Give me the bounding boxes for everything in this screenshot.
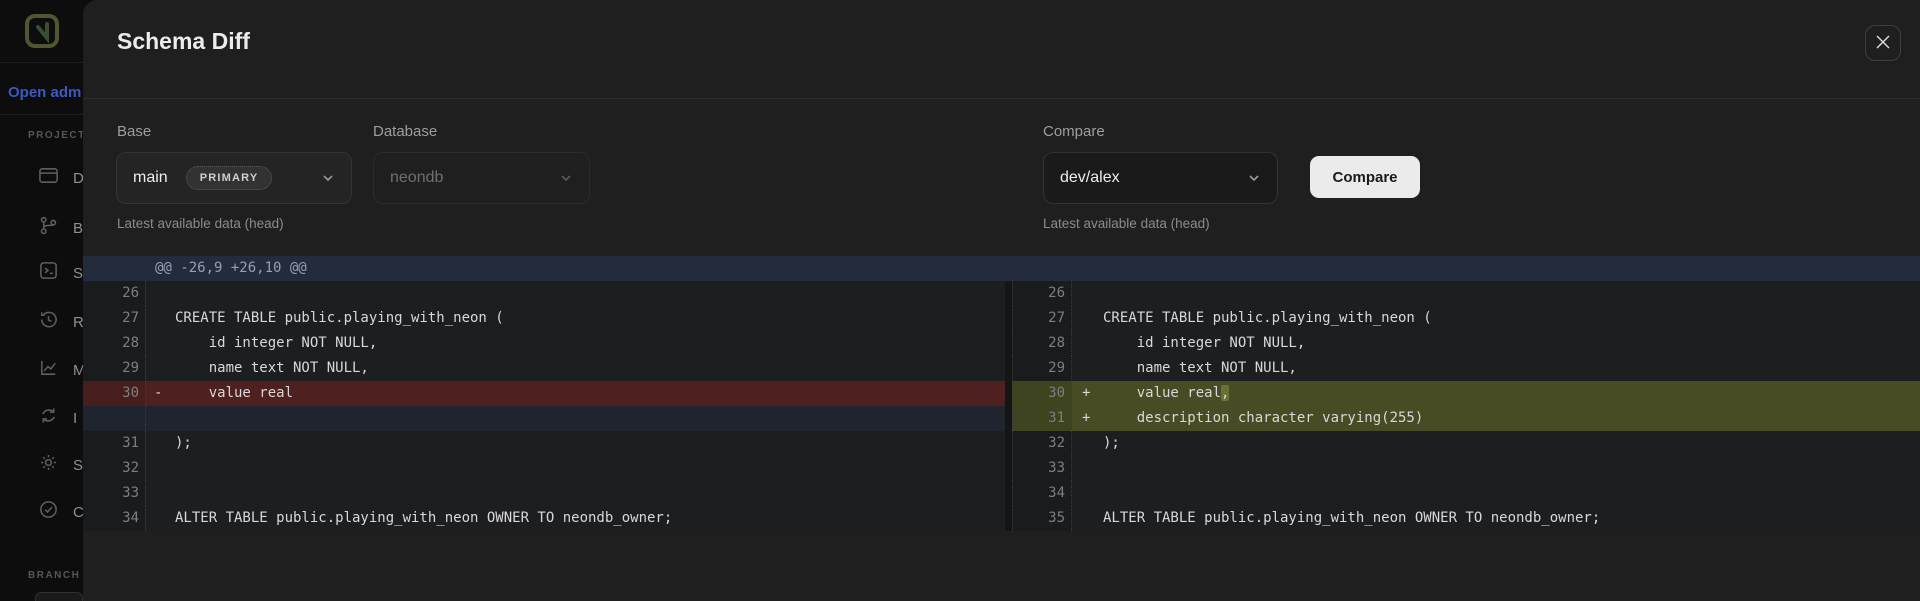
diff-row-removed: 30- value real: [83, 381, 1005, 406]
base-branch-select[interactable]: main PRIMARY: [116, 152, 352, 204]
integrations-icon: [38, 405, 59, 431]
sidebar-item-monitoring[interactable]: M: [38, 358, 83, 382]
dashboard-icon: [38, 165, 59, 191]
sidebar-item-checklist[interactable]: C: [38, 500, 83, 524]
pane-divider: [1005, 281, 1012, 531]
diff-row: 26: [1012, 281, 1920, 306]
diff-row: 28 id integer NOT NULL,: [1012, 331, 1920, 356]
compare-caption: Latest available data (head): [1043, 216, 1210, 231]
close-icon: [1875, 34, 1891, 53]
diff-row: 26: [83, 281, 1005, 306]
sidebar-item-branches[interactable]: B: [38, 216, 83, 240]
diff-row: 29 name text NOT NULL,: [83, 356, 1005, 381]
base-branch-value: main: [133, 169, 168, 187]
diff-row: 35ALTER TABLE public.playing_with_neon O…: [1012, 506, 1920, 531]
diff-row: 33: [1012, 456, 1920, 481]
diff-row: 27CREATE TABLE public.playing_with_neon …: [1012, 306, 1920, 331]
diff-row: 34ALTER TABLE public.playing_with_neon O…: [83, 506, 1005, 531]
sidebar-item-label: B: [73, 220, 83, 237]
sidebar-item-label: R: [73, 314, 83, 331]
open-admin-link[interactable]: Open adm: [8, 84, 83, 101]
compare-branch-select[interactable]: dev/alex: [1043, 152, 1278, 204]
sidebar-divider: [0, 114, 83, 115]
modal-title: Schema Diff: [117, 28, 250, 55]
close-button[interactable]: [1865, 25, 1901, 61]
branches-icon: [38, 215, 59, 241]
diff-pane-compare: 26 27CREATE TABLE public.playing_with_ne…: [1012, 281, 1920, 531]
compare-label: Compare: [1043, 123, 1105, 140]
sidebar-divider: [0, 62, 83, 63]
sql-editor-icon: [38, 260, 59, 286]
sidebar-item-label: S: [73, 457, 83, 474]
base-caption: Latest available data (head): [117, 216, 284, 231]
sidebar-item-label: D: [73, 170, 83, 187]
diff-row: 32);: [1012, 431, 1920, 456]
diff-row-added: 31+ description character varying(255): [1012, 406, 1920, 431]
sidebar-item-settings[interactable]: S: [38, 453, 83, 477]
schema-diff-modal: Schema Diff Base Database Compare main P…: [83, 0, 1920, 601]
chevron-down-icon: [321, 171, 335, 185]
sidebar-item-label: C: [73, 504, 83, 521]
sidebar-item-label: I: [73, 410, 83, 427]
settings-icon: [38, 452, 59, 478]
branch-section-label: BRANCH: [28, 570, 83, 581]
sidebar-item-dashboard[interactable]: D: [38, 166, 83, 190]
diff-pane-base: 26 27CREATE TABLE public.playing_with_ne…: [83, 281, 1005, 531]
sidebar-item-sql-editor[interactable]: S: [38, 261, 83, 285]
sidebar-item-integrations[interactable]: I: [38, 406, 83, 430]
header-divider: [83, 98, 1920, 99]
diff-row: 31);: [83, 431, 1005, 456]
database-select: neondb: [373, 152, 590, 204]
monitoring-icon: [38, 357, 59, 383]
diff-row: 29 name text NOT NULL,: [1012, 356, 1920, 381]
project-section-label: PROJECT: [28, 130, 83, 141]
diff-row: 34: [1012, 481, 1920, 506]
schema-diff-viewer: @@ -26,9 +26,10 @@ 26 27CREATE TABLE pub…: [83, 256, 1920, 531]
branch-selector-partial[interactable]: [35, 592, 83, 601]
hunk-header: @@ -26,9 +26,10 @@: [83, 256, 1920, 281]
sidebar-item-label: S: [73, 265, 83, 282]
sidebar-item-label: M: [73, 362, 83, 379]
primary-badge: PRIMARY: [186, 166, 273, 190]
neon-logo: [25, 12, 59, 57]
checklist-icon: [38, 499, 59, 525]
sidebar: Open adm PROJECT D B S R M I S C BRANCH: [0, 0, 83, 601]
sidebar-item-restore[interactable]: R: [38, 310, 83, 334]
base-label: Base: [117, 123, 151, 140]
database-value: neondb: [390, 169, 443, 187]
diff-row: 32: [83, 456, 1005, 481]
restore-icon: [38, 309, 59, 335]
compare-button[interactable]: Compare: [1310, 156, 1420, 198]
database-label: Database: [373, 123, 437, 140]
compare-branch-value: dev/alex: [1060, 169, 1120, 187]
diff-row: 27CREATE TABLE public.playing_with_neon …: [83, 306, 1005, 331]
chevron-down-icon: [559, 171, 573, 185]
diff-row-filler: [83, 406, 1005, 431]
chevron-down-icon: [1247, 171, 1261, 185]
word-diff-highlight: ,: [1221, 385, 1229, 401]
diff-row: 33: [83, 481, 1005, 506]
diff-row-added: 30+ value real,: [1012, 381, 1920, 406]
diff-row: 28 id integer NOT NULL,: [83, 331, 1005, 356]
